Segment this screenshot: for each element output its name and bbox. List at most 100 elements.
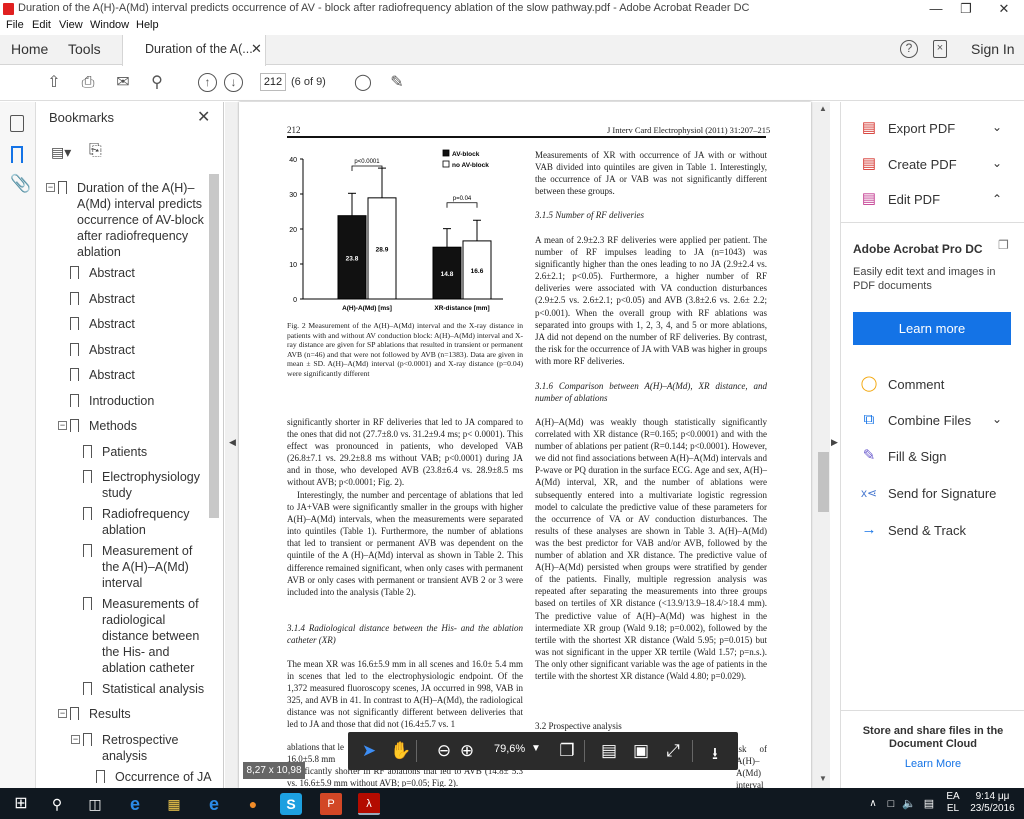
zoom-dropdown-icon[interactable]: ▼ [531, 743, 541, 754]
bookmark-item-abstract[interactable]: Abstract [89, 316, 135, 332]
search-icon[interactable]: ⚲ [46, 793, 68, 815]
bookmark-item-statistics[interactable]: Statistical analysis [102, 681, 204, 697]
attachment-icon[interactable]: 📎 [10, 174, 31, 194]
zoom-level[interactable]: 79,6% [494, 743, 525, 755]
bookmark-item-occurrence[interactable]: Occurrence of JA [115, 769, 212, 785]
scroll-thumb[interactable] [818, 452, 829, 512]
tool-comment[interactable]: Comment [888, 377, 944, 392]
download-icon[interactable]: ⭳ [704, 741, 726, 770]
menu-file[interactable]: File [6, 19, 24, 31]
restore-button[interactable]: ❐ [950, 0, 982, 18]
close-tab-icon[interactable]: ✕ [251, 41, 262, 57]
learn-more-button[interactable]: Learn more [853, 312, 1011, 345]
collapse-icon[interactable]: − [58, 421, 67, 430]
fullscreen-icon[interactable]: ⤢ [662, 741, 684, 761]
page-number-input[interactable]: 212 [260, 73, 286, 91]
collapse-icon[interactable]: − [46, 183, 55, 192]
tool-send-track[interactable]: Send & Track [888, 523, 966, 538]
sign-in-button[interactable]: Sign In [971, 41, 1015, 57]
bookmark-item-radiological[interactable]: Measurements of radiological distance be… [102, 596, 207, 676]
tab-document[interactable]: Duration of the A(... ✕ [122, 35, 266, 66]
print-icon[interactable]: ⎙ [78, 73, 98, 93]
comment-icon[interactable]: ◯ [353, 73, 373, 93]
tool-edit-pdf[interactable]: Edit PDF [888, 192, 940, 207]
edge-browser-icon[interactable]: e [124, 793, 146, 815]
chevron-down-icon[interactable]: ⌄ [992, 156, 1002, 170]
windows-start-icon[interactable]: ⊞ [10, 793, 32, 815]
tool-fill-sign[interactable]: Fill & Sign [888, 449, 947, 464]
chevron-up-icon[interactable]: ⌃ [992, 192, 1002, 206]
tab-home[interactable]: Home [11, 41, 48, 57]
file-explorer-icon[interactable]: ▦ [163, 793, 185, 815]
new-bookmark-icon[interactable]: ⎘ [89, 142, 102, 160]
bookmark-item-patients[interactable]: Patients [102, 444, 147, 460]
system-clock[interactable]: 9:14 μμ 23/5/2016 [970, 791, 1015, 815]
menu-edit[interactable]: Edit [32, 19, 51, 31]
tab-tools[interactable]: Tools [68, 41, 101, 57]
bookmark-item-methods[interactable]: Methods [89, 418, 137, 434]
learn-more-link[interactable]: Learn More [858, 758, 1008, 770]
pages-panel-icon[interactable] [10, 115, 24, 132]
help-icon[interactable]: ? [900, 40, 918, 58]
create-pdf-icon: ▤ [861, 155, 877, 172]
acrobat-taskbar-icon[interactable]: λ [358, 793, 380, 815]
page-display-icon[interactable]: ❐ [556, 741, 578, 761]
bookmark-item-abstract[interactable]: Abstract [89, 265, 135, 281]
skype-icon[interactable]: S [280, 793, 302, 815]
pdf-page[interactable]: 212 J Interv Card Electrophysiol (2011) … [239, 102, 811, 790]
chevron-down-icon[interactable]: ⌄ [992, 412, 1002, 426]
email-icon[interactable]: ✉ [113, 73, 133, 93]
bookmark-item-abstract[interactable]: Abstract [89, 342, 135, 358]
minimize-button[interactable]: — [920, 0, 952, 18]
bookmark-item-abstract[interactable]: Abstract [89, 367, 135, 383]
chevron-down-icon[interactable]: ⌄ [992, 120, 1002, 134]
bookmark-item-introduction[interactable]: Introduction [89, 393, 154, 409]
collapse-icon[interactable]: − [71, 735, 80, 744]
collapse-left-arrow-icon[interactable]: ◀ [229, 437, 236, 448]
volume-icon[interactable]: 🔈 [898, 793, 920, 815]
tool-export-pdf[interactable]: Export PDF [888, 121, 955, 136]
tool-create-pdf[interactable]: Create PDF [888, 157, 957, 172]
menu-window[interactable]: Window [90, 19, 129, 31]
upload-icon[interactable]: ⇧ [44, 73, 64, 93]
firefox-icon[interactable]: ● [242, 793, 264, 815]
next-page-icon[interactable]: ↓ [224, 73, 243, 92]
tool-combine-files[interactable]: Combine Files [888, 413, 971, 428]
tool-send-signature[interactable]: Send for Signature [888, 486, 996, 501]
bookmark-item-measurement[interactable]: Measurement of the A(H)–A(Md) interval [102, 543, 202, 591]
scroll-up-icon[interactable]: ▲ [819, 104, 827, 113]
zoom-in-icon[interactable]: ⊕ [456, 741, 478, 761]
mobile-link-icon[interactable]: × [933, 40, 947, 58]
search-icon[interactable]: ⚲ [147, 73, 167, 93]
pen-icon[interactable]: ✎ [387, 73, 407, 93]
notification-icon[interactable]: ▤ [918, 793, 940, 815]
powerpoint-icon[interactable]: P [320, 793, 342, 815]
bookmark-item-electrophysiology[interactable]: Electrophysiology study [102, 469, 207, 501]
menu-view[interactable]: View [59, 19, 83, 31]
fit-page-icon[interactable]: ▤ [598, 741, 620, 761]
document-scrollbar[interactable]: ▲ ▼ [817, 102, 830, 788]
bookmark-options-icon[interactable]: ▤▾ [51, 144, 71, 161]
bookmark-item-retrospective[interactable]: Retrospective analysis [102, 732, 202, 764]
collapse-icon[interactable]: − [58, 709, 67, 718]
bookmark-item-abstract[interactable]: Abstract [89, 291, 135, 307]
select-tool-icon[interactable]: ➤ [358, 741, 380, 761]
expand-right-arrow-icon[interactable]: ▶ [831, 437, 838, 448]
bookmark-item-rf-ablation[interactable]: Radiofrequency ablation [102, 506, 207, 538]
hand-tool-icon[interactable]: ✋ [390, 741, 412, 761]
bookmark-item-title[interactable]: Duration of the A(H)–A(Md) interval pred… [77, 180, 205, 260]
bookmarks-scrollbar[interactable] [209, 174, 219, 518]
prev-page-icon[interactable]: ↑ [198, 73, 217, 92]
language-indicator[interactable]: EA EL [944, 791, 962, 815]
copy-icon[interactable]: ❐ [998, 238, 1009, 252]
fit-width-icon[interactable]: ▣ [630, 741, 652, 761]
scroll-down-icon[interactable]: ▼ [819, 774, 827, 783]
bookmark-panel-icon[interactable] [11, 146, 23, 163]
bookmark-item-results[interactable]: Results [89, 706, 131, 722]
menu-help[interactable]: Help [136, 19, 159, 31]
close-panel-icon[interactable]: ✕ [197, 107, 210, 127]
internet-explorer-icon[interactable]: e [203, 793, 225, 815]
zoom-out-icon[interactable]: ⊖ [433, 741, 455, 761]
task-view-icon[interactable]: ◫ [84, 793, 106, 815]
close-window-button[interactable]: ✕ [988, 0, 1020, 18]
